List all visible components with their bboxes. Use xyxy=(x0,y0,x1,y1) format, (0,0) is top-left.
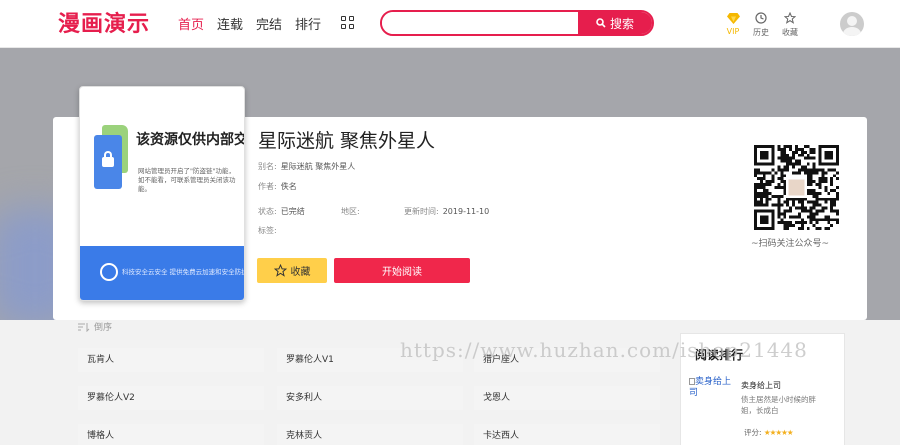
favorite-button[interactable]: 收藏 xyxy=(257,258,327,283)
star-outline-icon xyxy=(273,264,287,277)
status-row: 状态: 已完结 xyxy=(258,206,305,217)
chapter-item[interactable]: 卡达西人 xyxy=(474,424,660,445)
favorites-link[interactable]: 收藏 xyxy=(775,11,805,38)
nav-completed[interactable]: 完结 xyxy=(256,14,282,33)
nav-ranking[interactable]: 排行 xyxy=(295,14,321,33)
ranking-item-name[interactable]: 卖身给上司 xyxy=(741,380,781,391)
main-nav: 首页 连载 完结 排行 xyxy=(178,14,334,33)
chapter-item[interactable]: 瓦肯人 xyxy=(78,348,264,372)
ranking-item-image[interactable]: 卖身给上司 xyxy=(689,377,733,399)
author-row: 作者: 佚名 xyxy=(258,181,297,192)
favorites-label: 收藏 xyxy=(782,28,798,37)
cover-title: 该资源仅供内部交流! xyxy=(136,132,244,148)
start-reading-button[interactable]: 开始阅读 xyxy=(334,258,470,283)
alias-label: 别名: xyxy=(258,162,277,171)
chapter-item[interactable]: 博格人 xyxy=(78,424,264,445)
status-value: 已完结 xyxy=(280,207,305,216)
updated-row: 更新时间: 2019-11-10 xyxy=(404,206,489,217)
cover-description: 网站管理员开启了"防盗链"功能，如不能看，可联系管理员关闭该功能。 xyxy=(138,167,236,193)
ranking-item-score: 评分: ★★★★★ xyxy=(744,427,794,438)
alias-value: 星际迷航 聚焦外星人 xyxy=(280,162,356,171)
search-icon xyxy=(596,18,606,28)
search-bar: 搜索 xyxy=(380,10,654,36)
search-button-label: 搜索 xyxy=(609,16,634,31)
region-label: 地区: xyxy=(341,207,360,216)
locked-file-icon xyxy=(94,125,128,189)
author-value: 佚名 xyxy=(280,182,297,191)
vip-link[interactable]: VIP xyxy=(718,11,748,36)
ranking-image-alt: 卖身给上司 xyxy=(689,377,732,398)
tags-label: 标签: xyxy=(258,226,277,235)
sort-toggle[interactable]: 倒序 xyxy=(78,320,112,333)
diamond-icon xyxy=(726,12,740,24)
cover-footer-text: 科技安全云安全 提供免费云加速和安全防护服务 xyxy=(122,268,244,276)
nav-serializing[interactable]: 连载 xyxy=(217,14,243,33)
site-logo[interactable]: 漫画演示 xyxy=(58,6,150,38)
region-row: 地区: xyxy=(341,206,364,217)
updated-label: 更新时间: xyxy=(404,207,439,216)
grid-menu-icon[interactable] xyxy=(341,16,355,30)
search-button[interactable]: 搜索 xyxy=(578,12,652,34)
shield-logo-icon xyxy=(100,263,118,281)
comic-title: 星际迷航 聚焦外星人 xyxy=(258,130,436,152)
rating-stars: ★★★★★ xyxy=(763,428,794,437)
tags-row: 标签: xyxy=(258,225,281,236)
favorite-button-label: 收藏 xyxy=(290,267,311,278)
top-navbar: 漫画演示 首页 连载 完结 排行 搜索 VIP 历史 收藏 xyxy=(0,0,900,48)
chapter-item[interactable]: 罗慕伦人V2 xyxy=(78,386,264,410)
star-icon xyxy=(784,12,796,24)
comic-cover[interactable]: 该资源仅供内部交流! 网站管理员开启了"防盗链"功能，如不能看，可联系管理员关闭… xyxy=(79,86,245,301)
author-label: 作者: xyxy=(258,182,277,191)
status-label: 状态: xyxy=(258,207,277,216)
qr-caption: ~扫码关注公众号~ xyxy=(751,239,830,249)
chapter-item[interactable]: 戈恩人 xyxy=(474,386,660,410)
chapter-item[interactable]: 克林贡人 xyxy=(277,424,463,445)
history-link[interactable]: 历史 xyxy=(746,11,776,38)
watermark-text: https://www.huzhan.com/ishop21448 xyxy=(400,338,808,362)
alias-row: 别名: 星际迷航 聚焦外星人 xyxy=(258,161,355,172)
qr-code xyxy=(754,145,839,230)
sort-label: 倒序 xyxy=(94,323,113,333)
score-label: 评分: xyxy=(744,428,762,437)
ranking-item-desc: 债主居然是小时候的胖姐，长成白 xyxy=(741,395,816,415)
nav-home[interactable]: 首页 xyxy=(178,14,204,33)
sort-icon xyxy=(78,322,90,332)
user-avatar[interactable] xyxy=(840,12,864,36)
history-label: 历史 xyxy=(753,28,769,37)
clock-icon xyxy=(755,12,767,24)
cover-footer: 科技安全云安全 提供免费云加速和安全防护服务 xyxy=(80,246,244,300)
updated-value: 2019-11-10 xyxy=(442,207,490,216)
search-input[interactable] xyxy=(382,12,578,34)
vip-label: VIP xyxy=(726,27,740,36)
chapter-item[interactable]: 安多利人 xyxy=(277,386,463,410)
